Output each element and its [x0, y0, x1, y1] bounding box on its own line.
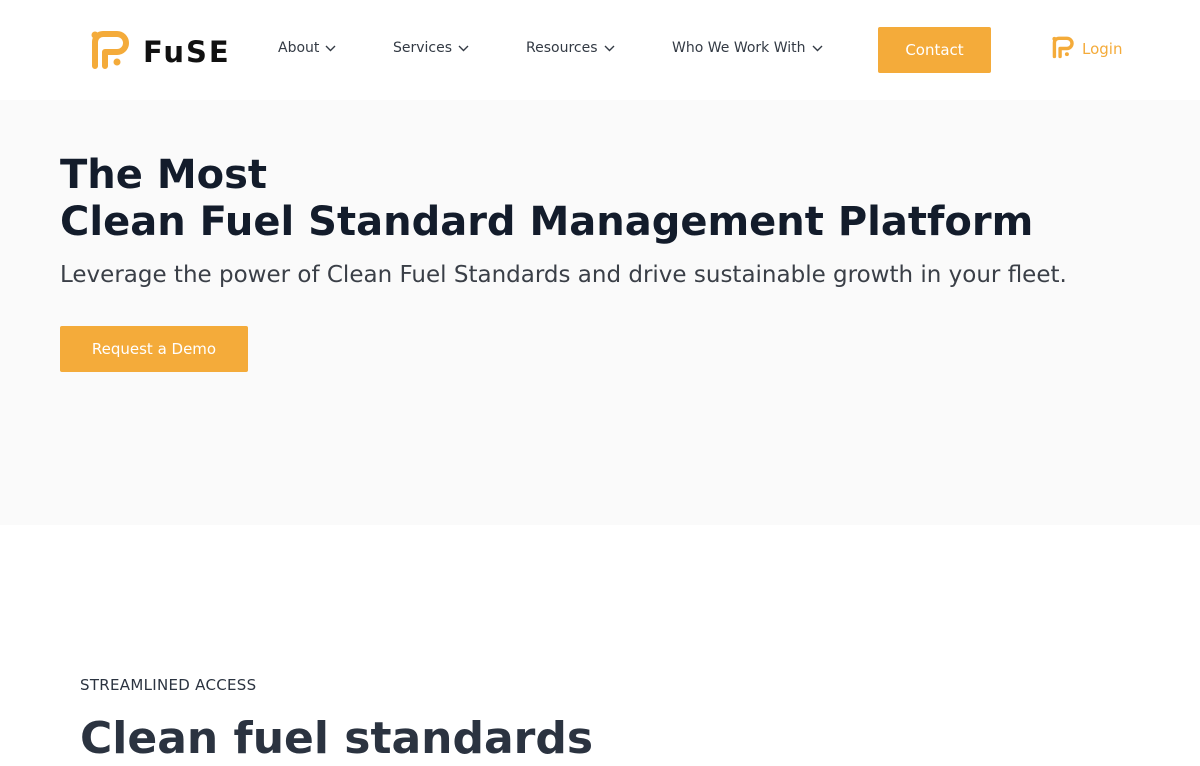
- chevron-down-icon: [604, 40, 615, 56]
- login-link[interactable]: Login: [1051, 36, 1122, 61]
- chevron-down-icon: [812, 40, 823, 56]
- site-header: FuSE About Services Resources Who We Wor…: [0, 0, 1200, 100]
- hero-title: The Most Clean Fuel Standard Management …: [60, 152, 1033, 246]
- hero-title-line-1: The Most: [60, 152, 268, 198]
- login-icon: [1052, 36, 1074, 59]
- nav-label: Who We Work With: [672, 40, 806, 56]
- logo-text: FuSE: [143, 35, 231, 69]
- nav-label: About: [278, 40, 320, 56]
- hero-section: The Most Clean Fuel Standard Management …: [0, 100, 1200, 525]
- chevron-down-icon: [325, 40, 336, 56]
- chevron-down-icon: [458, 40, 469, 56]
- logo[interactable]: FuSE: [89, 30, 231, 74]
- nav-item-resources[interactable]: Resources: [526, 40, 615, 56]
- hero-title-line-2: Clean Fuel Standard Management Platform: [60, 199, 1034, 245]
- contact-button[interactable]: Contact: [878, 27, 991, 73]
- nav-item-who-we-work-with[interactable]: Who We Work With: [672, 40, 823, 56]
- section-eyebrow: STREAMLINED ACCESS: [80, 676, 257, 694]
- fuse-logo-icon: [91, 31, 129, 69]
- login-label: Login: [1082, 39, 1123, 58]
- request-demo-button[interactable]: Request a Demo: [60, 326, 248, 372]
- nav-item-about[interactable]: About: [278, 40, 336, 56]
- nav-label: Services: [393, 40, 453, 56]
- nav-label: Resources: [526, 40, 598, 56]
- hero-subtitle: Leverage the power of Clean Fuel Standar…: [60, 262, 1067, 288]
- section-heading: Clean fuel standards: [80, 713, 594, 764]
- nav-item-services[interactable]: Services: [393, 40, 469, 56]
